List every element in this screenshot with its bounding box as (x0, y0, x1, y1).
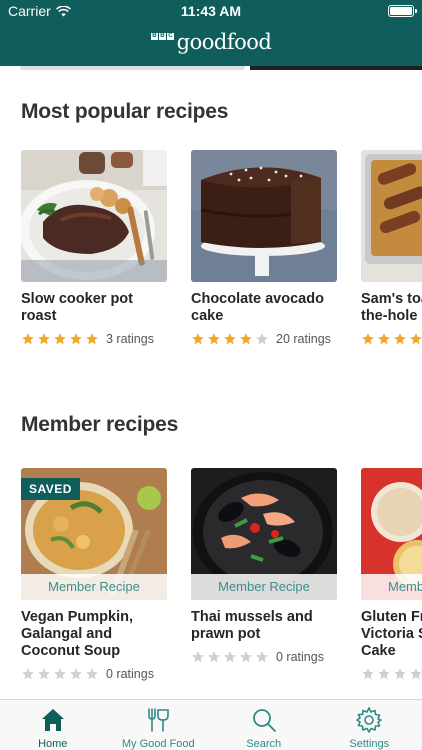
recipe-image-victoria-sponge[interactable]: Memb (361, 468, 422, 600)
tab-settings[interactable]: Settings (317, 700, 422, 750)
star-filled-icon (54, 333, 66, 345)
saved-badge[interactable]: SAVED (21, 478, 80, 500)
star-empty-icon (394, 668, 406, 680)
rating-row: 0 ratings (191, 650, 337, 664)
star-rating (191, 332, 269, 346)
scrolled-content-edge (20, 66, 245, 70)
tab-home[interactable]: Home (0, 700, 106, 750)
tab-bar: Home My Good Food Search Settings (0, 699, 422, 750)
star-empty-icon (86, 668, 98, 680)
search-icon (252, 709, 276, 732)
star-filled-icon (378, 333, 390, 345)
star-empty-icon (38, 668, 50, 680)
star-empty-icon (22, 668, 34, 680)
gear-icon (356, 707, 383, 733)
star-empty-icon (192, 651, 204, 663)
star-rating (361, 667, 422, 681)
recipe-name[interactable]: Sam's toa the-hole (361, 291, 422, 325)
star-empty-icon (256, 333, 268, 345)
recipe-card-chocolate-cake[interactable]: Chocolate avocado cake 20 ratings (191, 150, 337, 346)
rating-row: 20 ratings (191, 332, 337, 346)
battery-icon (388, 5, 417, 17)
section-title-popular: Most popular recipes (21, 100, 229, 123)
status-bar: Carrier 11:43 AM (0, 0, 422, 22)
star-filled-icon (38, 333, 50, 345)
star-filled-icon (362, 333, 374, 345)
star-empty-icon (70, 668, 82, 680)
recipe-image-thai-mussels[interactable]: Member Recipe (191, 468, 337, 600)
tab-label: Settings (349, 738, 390, 750)
star-filled-icon (208, 333, 220, 345)
recipe-name[interactable]: Vegan Pumpkin, Galangal and Coconut Soup (21, 609, 167, 660)
star-filled-icon (394, 333, 406, 345)
logo-text: goodfood (176, 30, 272, 54)
recipe-image-toad-in-the-hole[interactable] (361, 150, 422, 282)
ratings-count: 20 ratings (276, 332, 331, 346)
tab-search[interactable]: Search (211, 700, 317, 750)
section-title-member: Member recipes (21, 413, 179, 436)
star-filled-icon (22, 333, 34, 345)
recipe-image-vegan-soup[interactable]: SAVED Member Recipe (21, 468, 167, 600)
recipe-name[interactable]: Slow cooker pot roast (21, 291, 167, 325)
bbc-logo: BBC (150, 33, 174, 40)
star-rating (21, 332, 99, 346)
recipe-card-victoria-sponge[interactable]: Memb Gluten Fr Victoria S Cake (361, 468, 422, 681)
rating-row (361, 667, 422, 681)
recipe-card-toad-in-the-hole[interactable]: Sam's toa the-hole (361, 150, 422, 346)
ratings-count: 0 ratings (106, 667, 154, 681)
star-empty-icon (362, 668, 374, 680)
recipe-image-chocolate-cake[interactable] (191, 150, 337, 282)
tab-label: Home (38, 738, 68, 750)
ratings-count: 3 ratings (106, 332, 154, 346)
star-filled-icon (410, 333, 422, 345)
recipe-card-vegan-soup[interactable]: SAVED Member Recipe Vegan Pumpkin, Galan… (21, 468, 167, 681)
star-filled-icon (70, 333, 82, 345)
home-icon (41, 709, 64, 731)
star-rating (21, 667, 99, 681)
app-header: Carrier 11:43 AM B B Cgoodfood (0, 0, 422, 66)
member-recipe-band: Memb (361, 574, 422, 600)
star-filled-icon (224, 333, 236, 345)
recipe-name[interactable]: Thai mussels and prawn pot (191, 609, 337, 643)
rating-row: 0 ratings (21, 667, 167, 681)
ratings-count: 0 ratings (276, 650, 324, 664)
star-filled-icon (86, 333, 98, 345)
star-empty-icon (378, 668, 390, 680)
member-recipe-band: Member Recipe (191, 574, 337, 600)
cutlery-icon (148, 708, 170, 732)
rating-row (361, 332, 422, 346)
tab-label: Search (246, 738, 282, 750)
star-empty-icon (410, 668, 422, 680)
star-rating (361, 332, 422, 346)
star-empty-icon (54, 668, 66, 680)
star-rating (191, 650, 269, 664)
star-filled-icon (192, 333, 204, 345)
scrolled-content-edge-dark (250, 66, 422, 70)
recipe-card-thai-mussels[interactable]: Member Recipe Thai mussels and prawn pot… (191, 468, 337, 664)
rating-row: 3 ratings (21, 332, 167, 346)
recipe-card-pot-roast[interactable]: Slow cooker pot roast 3 ratings (21, 150, 167, 346)
star-empty-icon (240, 651, 252, 663)
goodfood-logo: B B Cgoodfood (0, 30, 422, 54)
star-empty-icon (208, 651, 220, 663)
recipe-name[interactable]: Gluten Fr Victoria S Cake (361, 609, 422, 660)
member-recipe-band: Member Recipe (21, 574, 167, 600)
clock: 11:43 AM (180, 3, 242, 19)
star-empty-icon (256, 651, 268, 663)
star-empty-icon (224, 651, 236, 663)
star-filled-icon (240, 333, 252, 345)
recipe-name[interactable]: Chocolate avocado cake (191, 291, 337, 325)
tab-label: My Good Food (121, 738, 195, 750)
tab-my-good-food[interactable]: My Good Food (106, 700, 212, 750)
recipe-image-pot-roast[interactable] (21, 150, 167, 282)
